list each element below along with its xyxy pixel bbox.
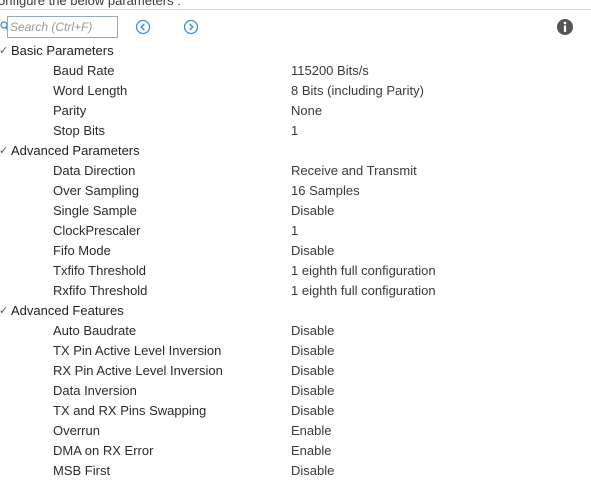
instruction-text: onfigure the below parameters : — [0, 0, 181, 8]
param-value[interactable]: 1 eighth full configuration — [291, 261, 436, 281]
param-name: Overrun — [53, 423, 100, 438]
param-name: Over Sampling — [53, 183, 139, 198]
param-value[interactable]: Disable — [291, 361, 334, 381]
param-row[interactable]: TX Pin Active Level Inversion Disable — [0, 341, 591, 361]
param-row[interactable]: Over Sampling 16 Samples — [0, 181, 591, 201]
param-row[interactable]: TX and RX Pins Swapping Disable — [0, 401, 591, 421]
param-row[interactable]: RX Pin Active Level Inversion Disable — [0, 361, 591, 381]
chevron-down-icon[interactable]: ✓ — [0, 301, 9, 321]
group-label: Advanced Features — [11, 303, 124, 318]
param-value[interactable]: Disable — [291, 201, 334, 221]
divider — [0, 9, 591, 10]
param-name: Baud Rate — [53, 63, 115, 78]
param-value[interactable]: Disable — [291, 401, 334, 421]
param-name: TX Pin Active Level Inversion — [53, 343, 222, 358]
param-row[interactable]: Data Inversion Disable — [0, 381, 591, 401]
param-value[interactable]: 1 eighth full configuration — [291, 281, 436, 301]
param-value[interactable]: 1 — [291, 121, 298, 141]
param-row[interactable]: DMA on RX Error Enable — [0, 441, 591, 461]
chevron-down-icon[interactable]: ✓ — [0, 141, 9, 161]
group-label: Basic Parameters — [11, 43, 114, 58]
param-name: Single Sample — [53, 203, 137, 218]
param-row[interactable]: Fifo Mode Disable — [0, 241, 591, 261]
group-basic-parameters[interactable]: ✓ Basic Parameters — [0, 41, 591, 61]
param-value[interactable]: Disable — [291, 381, 334, 401]
param-value[interactable]: Receive and Transmit — [291, 161, 417, 181]
param-name: TX and RX Pins Swapping — [53, 403, 207, 418]
param-name: Auto Baudrate — [53, 323, 137, 338]
param-name: Parity — [53, 103, 87, 118]
param-name: Fifo Mode — [53, 243, 111, 258]
param-name: DMA on RX Error — [53, 443, 154, 458]
param-row[interactable]: Overrun Enable — [0, 421, 591, 441]
param-name: Data Inversion — [53, 383, 137, 398]
info-icon[interactable] — [556, 18, 574, 36]
param-name: Stop Bits — [53, 123, 106, 138]
param-value[interactable]: 16 Samples — [291, 181, 360, 201]
chevron-right-circle-icon[interactable] — [183, 19, 199, 35]
param-row[interactable]: ClockPrescaler 1 — [0, 221, 591, 241]
param-row[interactable]: Txfifo Threshold 1 eighth full configura… — [0, 261, 591, 281]
param-value[interactable]: Enable — [291, 421, 331, 441]
param-name: Rxfifo Threshold — [53, 283, 148, 298]
param-name: ClockPrescaler — [53, 223, 141, 238]
group-label: Advanced Parameters — [11, 143, 140, 158]
param-value[interactable]: Disable — [291, 461, 334, 481]
param-value[interactable]: Disable — [291, 241, 334, 261]
param-value[interactable]: Enable — [291, 441, 331, 461]
param-row[interactable]: Parity None — [0, 101, 591, 121]
param-row[interactable]: Baud Rate 115200 Bits/s — [0, 61, 591, 81]
param-row[interactable]: Rxfifo Threshold 1 eighth full configura… — [0, 281, 591, 301]
param-row[interactable]: Data Direction Receive and Transmit — [0, 161, 591, 181]
search-input[interactable] — [7, 16, 118, 38]
param-row[interactable]: MSB First Disable — [0, 461, 591, 481]
param-row[interactable]: Single Sample Disable — [0, 201, 591, 221]
param-name: MSB First — [53, 463, 111, 478]
chevron-left-circle-icon[interactable] — [135, 19, 151, 35]
param-name: RX Pin Active Level Inversion — [53, 363, 223, 378]
parameter-tree: ✓ Basic Parameters Baud Rate 115200 Bits… — [0, 41, 591, 481]
param-value[interactable]: Disable — [291, 341, 334, 361]
param-value[interactable]: Disable — [291, 321, 334, 341]
group-advanced-parameters[interactable]: ✓ Advanced Parameters — [0, 141, 591, 161]
param-row[interactable]: Word Length 8 Bits (including Parity) — [0, 81, 591, 101]
param-value[interactable]: 8 Bits (including Parity) — [291, 81, 424, 101]
configuration-panel: onfigure the below parameters : ✓ Basic … — [0, 0, 591, 501]
param-value[interactable]: 1 — [291, 221, 298, 241]
param-row[interactable]: Stop Bits 1 — [0, 121, 591, 141]
search-box — [0, 16, 118, 38]
param-row[interactable]: Auto Baudrate Disable — [0, 321, 591, 341]
param-name: Txfifo Threshold — [53, 263, 146, 278]
param-name: Word Length — [53, 83, 128, 98]
param-name: Data Direction — [53, 163, 136, 178]
param-value[interactable]: 115200 Bits/s — [291, 61, 369, 81]
param-value[interactable]: None — [291, 101, 322, 121]
group-advanced-features[interactable]: ✓ Advanced Features — [0, 301, 591, 321]
chevron-down-icon[interactable]: ✓ — [0, 41, 9, 61]
